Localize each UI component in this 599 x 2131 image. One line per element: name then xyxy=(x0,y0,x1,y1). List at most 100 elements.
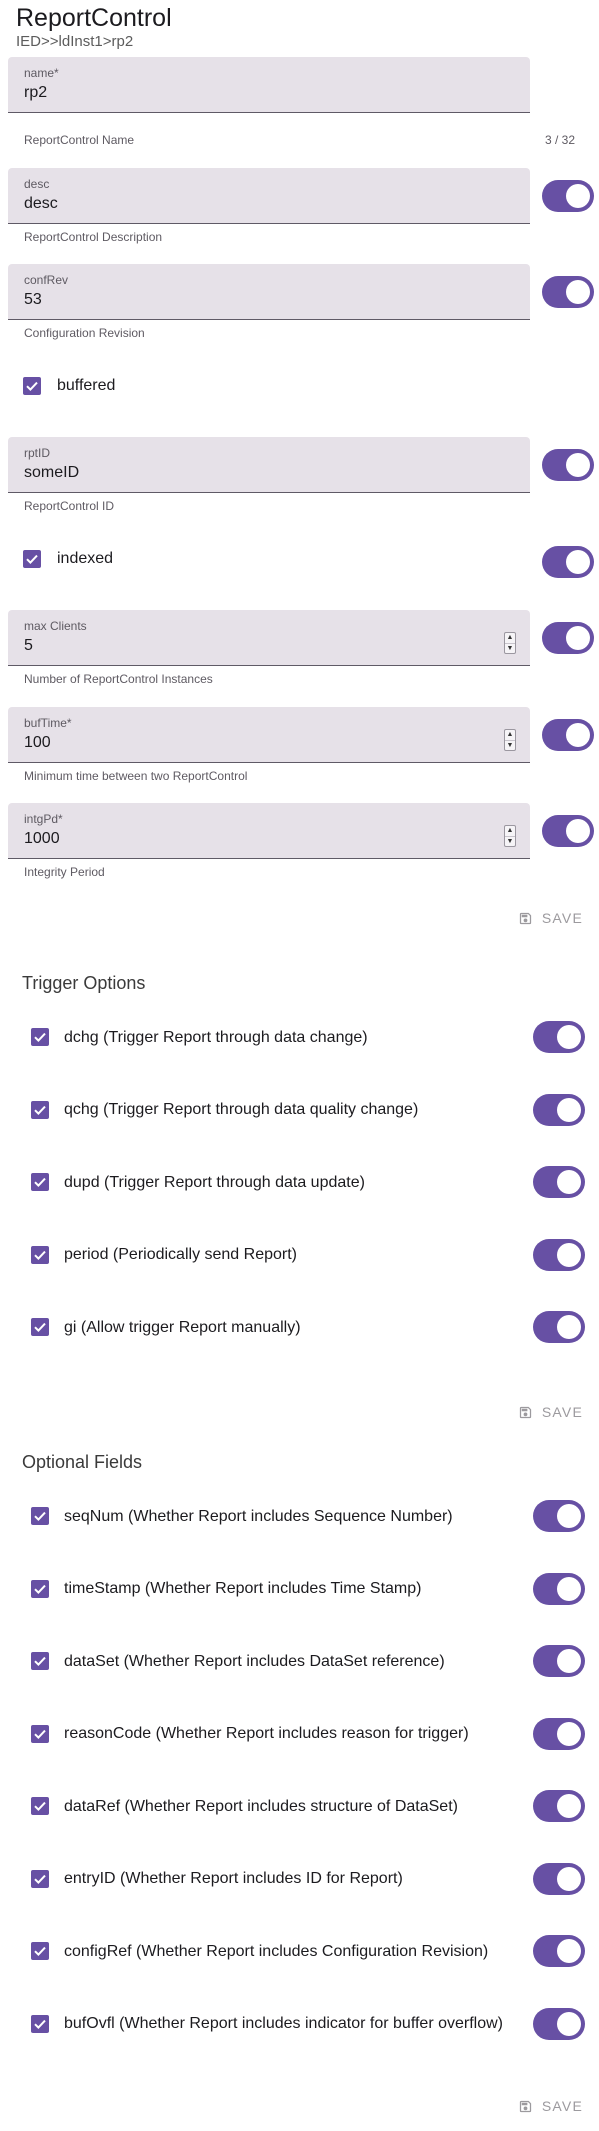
buftime-helper: Minimum time between two ReportControl xyxy=(24,769,248,783)
confrev-nullable-switch[interactable] xyxy=(542,276,594,308)
desc-field[interactable]: desc desc xyxy=(8,168,530,224)
check-icon xyxy=(34,1322,46,1333)
optional-field-switch[interactable] xyxy=(533,1935,585,1967)
trigger-option-checkbox[interactable] xyxy=(31,1245,49,1264)
optional-field-label: configRef (Whether Report includes Confi… xyxy=(64,1942,489,1960)
spinner-down-icon[interactable]: ▼ xyxy=(505,836,515,847)
switch-knob xyxy=(557,1242,581,1267)
check-icon xyxy=(34,1656,46,1667)
save-label: SAVE xyxy=(541,2098,583,2114)
save-icon xyxy=(519,2100,531,2112)
save-button[interactable]: SAVE xyxy=(518,906,583,930)
optional-field-checkbox[interactable] xyxy=(31,1724,49,1743)
breadcrumb: IED>>ldInst1>rp2 xyxy=(16,33,134,50)
indexed-nullable-switch[interactable] xyxy=(542,546,594,578)
page-title: ReportControl xyxy=(16,4,172,32)
switch-knob xyxy=(566,819,590,843)
trigger-option-switch[interactable] xyxy=(533,1021,585,1053)
optional-field-switch[interactable] xyxy=(533,1717,585,1750)
save-label: SAVE xyxy=(541,910,583,926)
spinner-down-icon[interactable]: ▼ xyxy=(505,643,515,654)
trigger-option-switch[interactable] xyxy=(533,1166,585,1198)
name-field[interactable]: name* rp2 xyxy=(8,57,530,113)
optional-field-label: entryID (Whether Report includes ID for … xyxy=(64,1870,403,1887)
optional-field-switch[interactable] xyxy=(533,1572,585,1605)
optional-field-label: bufOvfl (Whether Report includes indicat… xyxy=(64,2015,504,2032)
switch-knob xyxy=(557,1097,581,1122)
desc-helper: ReportControl Description xyxy=(24,230,163,244)
desc-nullable-switch[interactable] xyxy=(542,180,594,212)
optional-field-checkbox[interactable] xyxy=(31,1869,49,1888)
trigger-option-switch[interactable] xyxy=(533,1093,585,1126)
check-icon xyxy=(26,554,38,565)
buffered-checkbox[interactable] xyxy=(23,377,41,395)
switch-knob xyxy=(557,1866,581,1891)
switch-knob xyxy=(557,1721,581,1746)
confrev-field[interactable]: confRev 53 xyxy=(8,264,530,320)
trigger-option-label: dupd (Trigger Report through data update… xyxy=(64,1173,365,1191)
trigger-option-switch[interactable] xyxy=(533,1311,585,1343)
spinner-up-icon[interactable]: ▲ xyxy=(505,730,515,740)
desc-field-value: desc xyxy=(24,195,58,212)
spinner-up-icon[interactable]: ▲ xyxy=(505,826,515,836)
optional-field-checkbox[interactable] xyxy=(31,1579,49,1598)
rptid-field-label: rptID xyxy=(24,446,51,460)
optional-field-checkbox[interactable] xyxy=(31,1507,49,1525)
save-button[interactable]: SAVE xyxy=(518,1400,583,1424)
intgpd-nullable-switch[interactable] xyxy=(542,815,594,847)
optional-field-switch[interactable] xyxy=(533,1790,585,1822)
buftime-field-value: 100 xyxy=(24,734,51,751)
optional-field-checkbox[interactable] xyxy=(31,1942,49,1960)
rptid-field[interactable]: rptID someID xyxy=(8,437,530,493)
check-icon xyxy=(34,1511,46,1522)
check-icon xyxy=(34,1105,46,1115)
name-field-label: name* xyxy=(24,66,59,80)
intgpd-field[interactable]: intgPd* 1000 ▲ ▼ xyxy=(8,803,530,859)
optional-field-switch[interactable] xyxy=(533,2007,585,2040)
desc-field-label: desc xyxy=(24,177,50,191)
optional-field-switch[interactable] xyxy=(533,1862,585,1895)
save-icon xyxy=(519,1406,531,1418)
optional-field-label: timeStamp (Whether Report includes Time … xyxy=(64,1580,422,1597)
switch-knob xyxy=(566,184,590,208)
optional-field-checkbox[interactable] xyxy=(31,1797,49,1815)
check-icon xyxy=(34,1801,46,1812)
number-spinner[interactable]: ▲ ▼ xyxy=(504,825,516,847)
trigger-option-checkbox[interactable] xyxy=(31,1318,49,1336)
rptid-nullable-switch[interactable] xyxy=(542,449,594,481)
intgpd-field-label: intgPd* xyxy=(24,812,63,826)
rptid-field-value: someID xyxy=(24,464,80,481)
save-button[interactable]: SAVE xyxy=(518,2094,583,2118)
check-icon xyxy=(34,1946,46,1957)
name-helper: ReportControl Name xyxy=(24,133,135,147)
spinner-up-icon[interactable]: ▲ xyxy=(505,633,515,643)
switch-knob xyxy=(566,280,590,304)
switch-knob xyxy=(557,2011,581,2036)
trigger-option-label: period (Periodically send Report) xyxy=(64,1246,297,1263)
check-icon xyxy=(34,1177,46,1188)
check-icon xyxy=(34,1250,46,1260)
buftime-field[interactable]: bufTime* 100 ▲ ▼ xyxy=(8,707,530,763)
trigger-option-checkbox[interactable] xyxy=(31,1028,49,1046)
optional-field-checkbox[interactable] xyxy=(31,2014,49,2033)
number-spinner[interactable]: ▲ ▼ xyxy=(504,729,516,751)
trigger-option-checkbox[interactable] xyxy=(31,1173,49,1191)
name-field-value: rp2 xyxy=(24,84,48,101)
number-spinner[interactable]: ▲ ▼ xyxy=(504,632,516,654)
optional-field-checkbox[interactable] xyxy=(31,1652,49,1670)
indexed-checkbox[interactable] xyxy=(23,550,41,568)
max-clients-field[interactable]: max Clients 5 ▲ ▼ xyxy=(8,610,530,666)
max-clients-nullable-switch[interactable] xyxy=(542,622,594,654)
trigger-option-switch[interactable] xyxy=(533,1238,585,1271)
buftime-nullable-switch[interactable] xyxy=(542,719,594,751)
switch-knob xyxy=(557,1504,581,1528)
trigger-option-checkbox[interactable] xyxy=(31,1100,49,1119)
optional-field-switch[interactable] xyxy=(533,1645,585,1677)
check-icon xyxy=(34,1584,46,1594)
switch-knob xyxy=(557,1939,581,1963)
switch-knob xyxy=(557,1315,581,1339)
optional-field-switch[interactable] xyxy=(533,1500,585,1532)
confrev-field-label: confRev xyxy=(24,273,69,287)
spinner-down-icon[interactable]: ▼ xyxy=(505,740,515,751)
max-clients-field-label: max Clients xyxy=(24,619,87,633)
